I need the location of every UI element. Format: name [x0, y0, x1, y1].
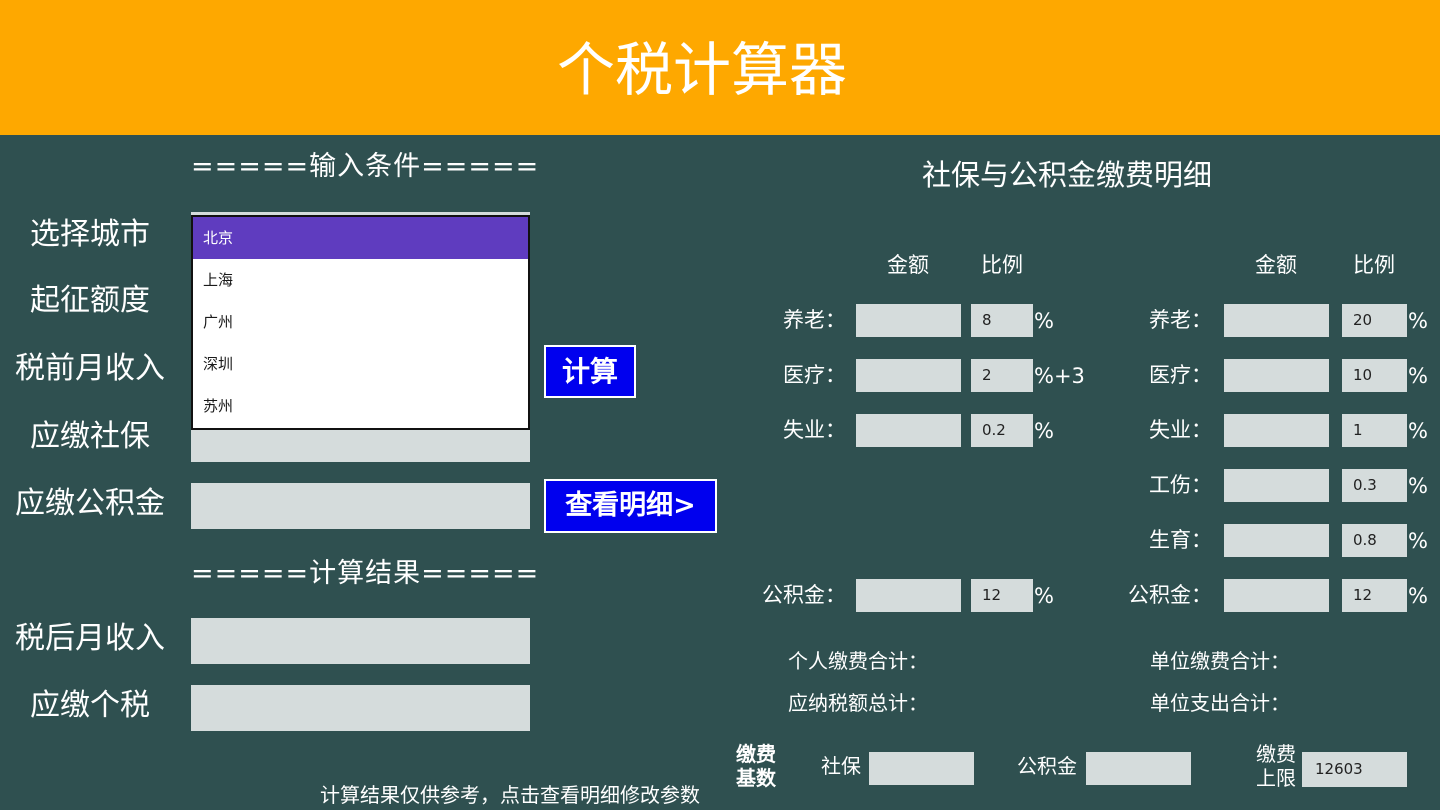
personal-medical-label: 医疗： [783, 363, 846, 387]
personal-fund-label: 公积金： [762, 583, 846, 607]
company-fund-unit: % [1408, 584, 1428, 608]
pretax-income-label: 税前月收入 [15, 351, 165, 386]
company-medical-amount[interactable] [1224, 359, 1329, 392]
company-maternity-ratio[interactable]: 0.8 [1342, 524, 1407, 557]
detail-panel-title: 社保与公积金缴费明细 [922, 158, 1213, 192]
fund-base-field[interactable] [1086, 752, 1191, 785]
company-injury-unit: % [1408, 474, 1428, 498]
housing-fund-field[interactable] [191, 483, 530, 529]
cap-label-line2: 上限 [1256, 766, 1296, 790]
city-option[interactable]: 苏州 [193, 385, 528, 427]
company-amount-header: 金额 [1255, 253, 1297, 277]
company-medical-unit: % [1408, 364, 1428, 388]
social-base-field[interactable] [869, 752, 974, 785]
company-maternity-amount[interactable] [1224, 524, 1329, 557]
app-title: 个税计算器 [556, 36, 847, 104]
personal-pension-ratio[interactable]: 8 [971, 304, 1033, 337]
company-pension-label: 养老： [1149, 308, 1212, 332]
city-dropdown-list[interactable]: 北京 上海 广州 深圳 苏州 [191, 215, 530, 430]
company-injury-ratio[interactable]: 0.3 [1342, 469, 1407, 502]
company-pension-unit: % [1408, 309, 1428, 333]
city-label: 选择城市 [30, 217, 150, 252]
personal-pension-unit: % [1034, 309, 1054, 333]
city-option[interactable]: 北京 [193, 217, 528, 259]
housing-fund-label: 应缴公积金 [15, 486, 165, 521]
company-maternity-label: 生育： [1149, 528, 1212, 552]
personal-unemployment-amount[interactable] [856, 414, 961, 447]
personal-medical-amount[interactable] [856, 359, 961, 392]
fund-base-label: 公积金 [1017, 754, 1077, 778]
view-detail-button[interactable]: 查看明细> [544, 479, 717, 533]
footer-note: 计算结果仅供参考，点击查看明细修改参数 [320, 783, 700, 807]
company-fund-ratio[interactable]: 12 [1342, 579, 1407, 612]
city-option[interactable]: 深圳 [193, 343, 528, 385]
company-unemployment-label: 失业： [1149, 418, 1212, 442]
personal-pension-label: 养老： [783, 308, 846, 332]
tax-due-field[interactable] [191, 685, 530, 731]
threshold-label: 起征额度 [30, 283, 150, 318]
personal-amount-header: 金额 [887, 253, 929, 277]
personal-fund-ratio[interactable]: 12 [971, 579, 1033, 612]
base-label-line2: 基数 [736, 766, 776, 790]
company-expense-label: 单位支出合计： [1150, 691, 1290, 715]
personal-unemployment-ratio[interactable]: 0.2 [971, 414, 1033, 447]
personal-fund-amount[interactable] [856, 579, 961, 612]
tax-due-label: 应缴个税 [30, 688, 150, 723]
company-medical-ratio[interactable]: 10 [1342, 359, 1407, 392]
city-option[interactable]: 上海 [193, 259, 528, 301]
city-option[interactable]: 广州 [193, 301, 528, 343]
personal-pension-amount[interactable] [856, 304, 961, 337]
company-total-label: 单位缴费合计： [1150, 649, 1290, 673]
aftertax-income-label: 税后月收入 [15, 621, 165, 656]
personal-total-label: 个人缴费合计： [788, 649, 928, 673]
calculate-button[interactable]: 计算 [544, 345, 636, 398]
base-label-line1: 缴费 [736, 742, 776, 766]
aftertax-income-field[interactable] [191, 618, 530, 664]
personal-ratio-header: 比例 [981, 253, 1023, 277]
social-base-label: 社保 [821, 754, 861, 778]
company-unemployment-amount[interactable] [1224, 414, 1329, 447]
company-maternity-unit: % [1408, 529, 1428, 553]
taxable-total-label: 应纳税额总计： [788, 691, 928, 715]
personal-unemployment-unit: % [1034, 419, 1054, 443]
social-insurance-field[interactable] [191, 430, 530, 462]
company-pension-amount[interactable] [1224, 304, 1329, 337]
cap-field[interactable]: 12603 [1302, 752, 1407, 787]
company-fund-label: 公积金： [1128, 583, 1212, 607]
personal-medical-ratio[interactable]: 2 [971, 359, 1033, 392]
result-section-title: =====计算结果===== [191, 558, 540, 589]
company-medical-label: 医疗： [1149, 363, 1212, 387]
company-fund-amount[interactable] [1224, 579, 1329, 612]
company-pension-ratio[interactable]: 20 [1342, 304, 1407, 337]
personal-fund-unit: % [1034, 584, 1054, 608]
company-unemployment-ratio[interactable]: 1 [1342, 414, 1407, 447]
company-ratio-header: 比例 [1353, 253, 1395, 277]
social-insurance-label: 应缴社保 [30, 419, 150, 454]
company-injury-label: 工伤： [1149, 473, 1212, 497]
cap-label-line1: 缴费 [1256, 742, 1296, 766]
personal-unemployment-label: 失业： [783, 418, 846, 442]
company-unemployment-unit: % [1408, 419, 1428, 443]
company-injury-amount[interactable] [1224, 469, 1329, 502]
personal-medical-unit: %+3 [1034, 364, 1085, 388]
input-section-title: =====输入条件===== [191, 151, 540, 182]
